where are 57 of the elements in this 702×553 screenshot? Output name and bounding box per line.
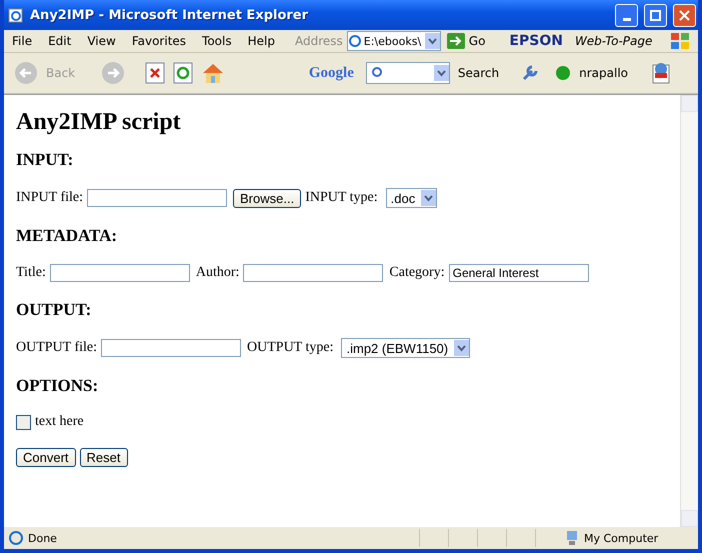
checkbox-label: text here bbox=[35, 414, 84, 430]
address-field[interactable]: E:\ebooks\ bbox=[346, 31, 441, 51]
status-dot-icon bbox=[555, 65, 572, 81]
form-button[interactable]: Reset bbox=[80, 448, 128, 467]
refresh-icon[interactable] bbox=[173, 62, 194, 84]
field-label: INPUT file: bbox=[16, 190, 84, 206]
form-button[interactable]: Convert bbox=[16, 448, 76, 467]
menu-item[interactable]: Help bbox=[240, 34, 283, 48]
menu-item[interactable]: Edit bbox=[40, 34, 80, 48]
section-heading: OUTPUT: bbox=[16, 300, 92, 320]
window-title: Any2IMP - Microsoft Internet Explorer bbox=[30, 8, 310, 22]
menu-item[interactable]: View bbox=[79, 34, 124, 48]
maximize-button[interactable] bbox=[644, 4, 667, 26]
maximize-icon bbox=[650, 10, 661, 20]
google-search-field[interactable] bbox=[366, 62, 450, 84]
minimize-button[interactable] bbox=[615, 4, 638, 26]
address-label: Address bbox=[294, 34, 344, 48]
home-icon[interactable] bbox=[201, 62, 226, 84]
text-field[interactable] bbox=[50, 264, 190, 282]
wrench-icon[interactable] bbox=[521, 64, 540, 82]
epson-logo: EPSON bbox=[509, 33, 563, 49]
field-label: INPUT type: bbox=[305, 190, 378, 206]
text-field[interactable]: General Interest bbox=[448, 264, 589, 282]
zone-text: My Computer bbox=[584, 532, 660, 544]
type-select[interactable]: .imp2 (EBW1150) bbox=[341, 338, 470, 358]
close-icon bbox=[679, 10, 690, 20]
field-label: Title: bbox=[16, 265, 46, 281]
text-field[interactable] bbox=[101, 339, 242, 357]
browse-button[interactable]: Browse... bbox=[233, 188, 302, 208]
web-to-page-button[interactable]: Web-To-Page bbox=[574, 34, 652, 48]
section-heading: OPTIONS: bbox=[16, 376, 100, 396]
field-label: OUTPUT file: bbox=[16, 340, 98, 356]
field-label: Category: bbox=[389, 265, 445, 281]
google-logo: Google bbox=[308, 64, 354, 82]
menu-item[interactable]: Tools bbox=[194, 34, 240, 48]
windows-flag-icon bbox=[670, 32, 690, 50]
scrollbar[interactable] bbox=[680, 95, 698, 527]
search-button[interactable]: Search bbox=[458, 66, 500, 80]
text-field[interactable] bbox=[243, 264, 384, 282]
type-select[interactable]: .doc bbox=[386, 188, 438, 208]
menu-item[interactable]: Favorites bbox=[124, 34, 194, 48]
page-heading: Any2IMP script bbox=[16, 109, 182, 136]
minimize-icon bbox=[622, 18, 630, 20]
user-button[interactable]: nrapallo bbox=[579, 66, 628, 80]
file-field[interactable] bbox=[87, 189, 228, 207]
section-heading: METADATA: bbox=[16, 226, 118, 246]
field-label: Author: bbox=[196, 265, 240, 281]
checkbox[interactable] bbox=[16, 414, 31, 430]
section-heading: INPUT: bbox=[16, 150, 74, 170]
field-label: OUTPUT type: bbox=[247, 340, 334, 356]
go-button[interactable]: Go bbox=[468, 34, 486, 48]
browser-icon bbox=[8, 7, 24, 23]
stop-icon[interactable] bbox=[145, 62, 166, 84]
status-text: Done bbox=[28, 532, 58, 544]
computer-icon bbox=[564, 530, 580, 546]
menu-item[interactable]: File bbox=[4, 34, 40, 48]
close-button[interactable] bbox=[673, 4, 696, 26]
